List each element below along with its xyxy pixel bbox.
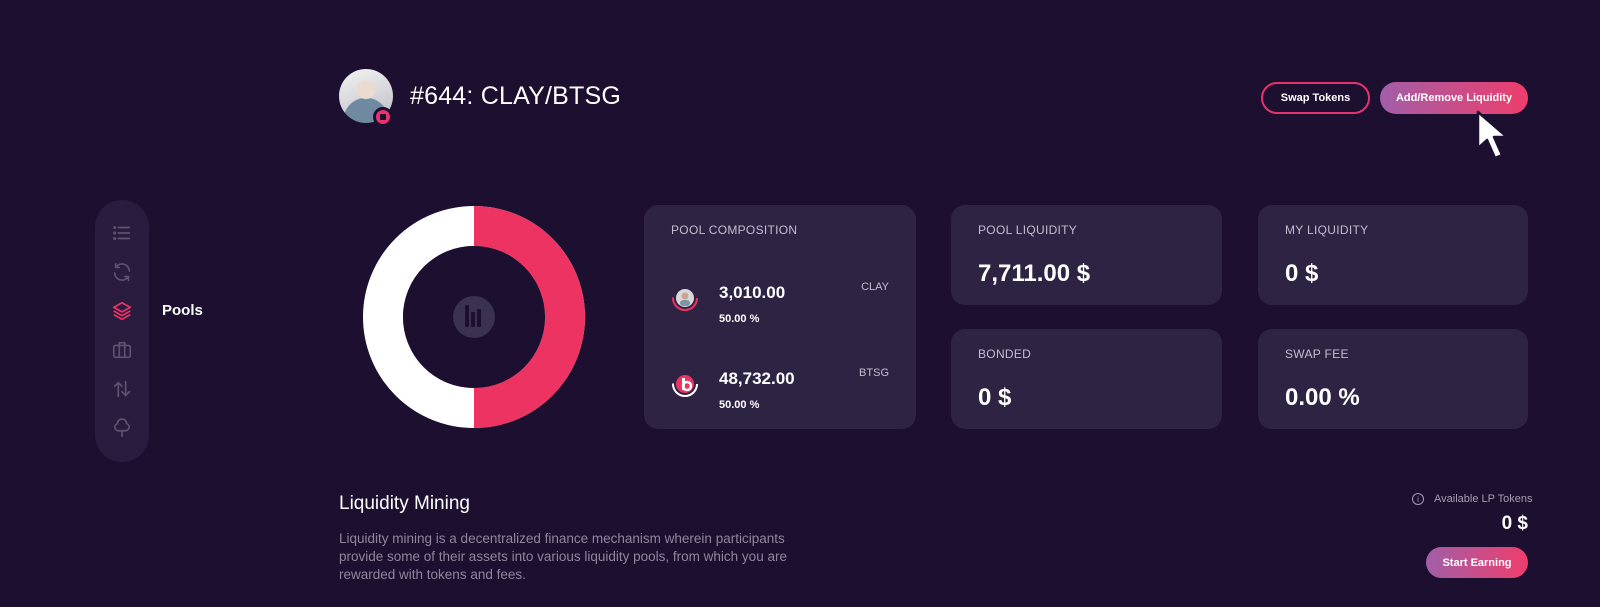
- brand-logo-icon: [453, 296, 495, 338]
- btsg-symbol: BTSG: [859, 367, 889, 379]
- available-lp-tokens-label: Available LP Tokens: [1434, 493, 1533, 505]
- my-liquidity-card: MY LIQUIDITY 0 $: [1258, 205, 1528, 305]
- start-earning-button[interactable]: Start Earning: [1426, 547, 1528, 578]
- page-title: #644: CLAY/BTSG: [410, 82, 621, 110]
- liquidity-mining-description: Liquidity mining is a decentralized fina…: [339, 531, 787, 582]
- swap-fee-card: SWAP FEE 0.00 %: [1258, 329, 1528, 429]
- available-lp-tokens: i Available LP Tokens: [1412, 493, 1532, 505]
- btsg-token-icon: [672, 371, 698, 397]
- refresh-icon: [113, 262, 131, 282]
- pool-composition-card: POOL COMPOSITION 3,010.00 50.00 % CLAY 4…: [644, 205, 916, 429]
- layers-icon: [112, 301, 132, 321]
- sidebar-item-staking[interactable]: [95, 409, 149, 447]
- clay-amount: 3,010.00: [719, 283, 786, 302]
- sidebar-item-pools[interactable]: [95, 292, 149, 330]
- sidebar-item-transfer[interactable]: [95, 370, 149, 408]
- available-lp-tokens-value: 0 $: [1501, 513, 1528, 534]
- sidebar-item-portfolio[interactable]: [95, 331, 149, 369]
- info-icon[interactable]: i: [1412, 493, 1424, 505]
- pool-liquidity-label: POOL LIQUIDITY: [978, 223, 1078, 237]
- bonded-value: 0 $: [978, 384, 1012, 411]
- transfer-icon: [113, 380, 131, 398]
- tree-icon: [114, 418, 130, 438]
- swap-fee-value: 0.00 %: [1285, 384, 1360, 411]
- liquidity-mining-title: Liquidity Mining: [339, 493, 470, 514]
- pool-composition-label: POOL COMPOSITION: [671, 223, 798, 237]
- clay-symbol: CLAY: [861, 281, 889, 293]
- token-badge-icon: [373, 107, 393, 127]
- swap-tokens-button[interactable]: Swap Tokens: [1261, 82, 1370, 114]
- btsg-amount: 48,732.00: [719, 369, 795, 388]
- list-icon: [113, 225, 131, 241]
- my-liquidity-value: 0 $: [1285, 260, 1319, 287]
- clay-percent: 50.00 %: [719, 313, 760, 325]
- pool-liquidity-value: 7,711.00 $: [978, 260, 1091, 287]
- btsg-percent: 50.00 %: [719, 399, 760, 411]
- my-liquidity-label: MY LIQUIDITY: [1285, 223, 1369, 237]
- bonded-card: BONDED 0 $: [951, 329, 1222, 429]
- briefcase-icon: [112, 341, 132, 359]
- mouse-cursor-icon: [1476, 110, 1509, 160]
- clay-token-icon: [672, 285, 698, 311]
- sidebar-active-label: Pools: [162, 302, 203, 319]
- pool-composition-donut: [363, 206, 585, 428]
- sidebar-nav: [95, 200, 149, 462]
- swap-fee-label: SWAP FEE: [1285, 347, 1349, 361]
- bonded-label: BONDED: [978, 347, 1032, 361]
- sidebar-item-swap[interactable]: [95, 253, 149, 291]
- sidebar-item-list[interactable]: [95, 214, 149, 252]
- pool-liquidity-card: POOL LIQUIDITY 7,711.00 $: [951, 205, 1222, 305]
- token-row-btsg: 48,732.00 50.00 % BTSG: [644, 367, 916, 429]
- token-row-clay: 3,010.00 50.00 % CLAY: [644, 281, 916, 343]
